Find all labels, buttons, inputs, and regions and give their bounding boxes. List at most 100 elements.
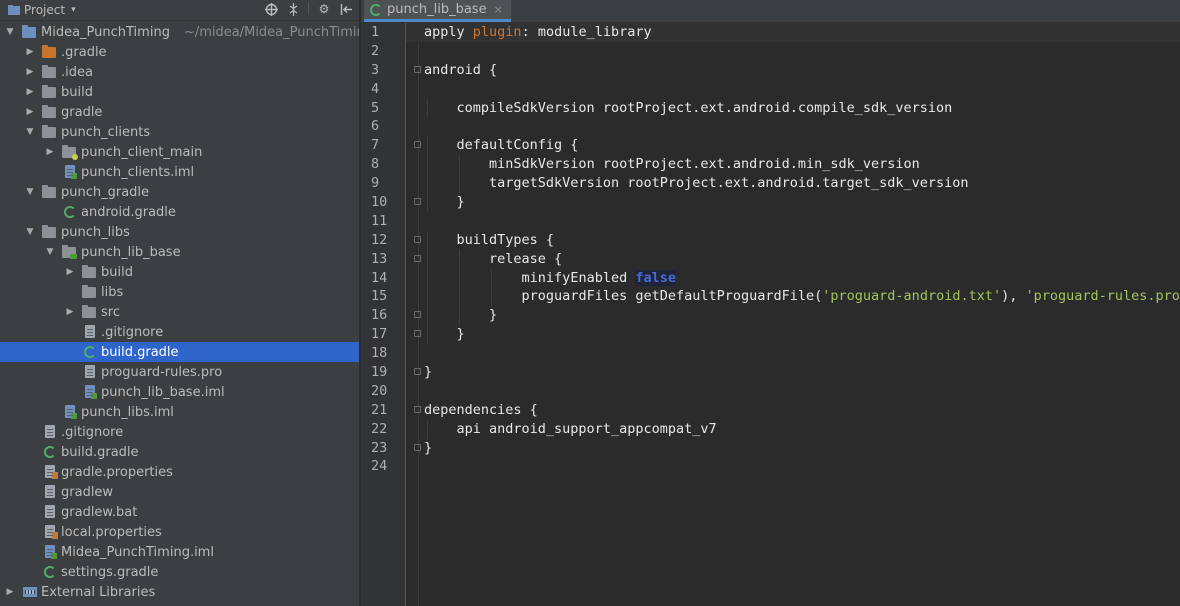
indent-guide [427, 306, 428, 326]
line-number: 11 [371, 212, 388, 229]
tree-item[interactable]: ▼ Midea_PunchTiming ~/midea/Midea_PunchTim… [0, 22, 359, 42]
gear-icon[interactable]: ⚙ [317, 2, 331, 16]
tree-item[interactable]: punch_lib_base.iml [0, 382, 359, 402]
tree-item-label: src [101, 304, 120, 320]
scroll-from-source-icon[interactable] [264, 2, 278, 16]
tree-item[interactable]: ▶ build [0, 262, 359, 282]
tree-item[interactable]: ▶ punch_client_main [0, 142, 359, 162]
chevron-down-icon[interactable]: ▾ [71, 5, 76, 15]
tree-item[interactable]: settings.gradle [0, 562, 359, 582]
collapse-arrow-icon[interactable]: ▶ [64, 306, 76, 318]
tree-item-label: punch_lib_base [81, 244, 181, 260]
tree-item[interactable]: build.gradle [0, 342, 359, 362]
tree-item-label: .gradle [61, 44, 107, 60]
code-token: android { [424, 61, 498, 78]
tree-item[interactable]: Midea_PunchTiming.iml [0, 542, 359, 562]
tree-item[interactable]: .gitignore [0, 322, 359, 342]
expand-arrow-icon[interactable]: ▼ [4, 26, 16, 38]
fold-marker-icon[interactable] [414, 443, 421, 451]
project-panel-header: Project ▾ ⚙ [0, 0, 359, 21]
properties-file-icon [42, 464, 58, 480]
tree-item[interactable]: punch_clients.iml [0, 162, 359, 182]
tree-item[interactable]: ▶ src [0, 302, 359, 322]
tree-item[interactable]: gradle.properties [0, 462, 359, 482]
iml-file-icon [82, 384, 98, 400]
line-number: 8 [371, 156, 380, 173]
collapse-arrow-icon[interactable]: ▶ [24, 46, 36, 58]
tree-item-label: punch_libs.iml [81, 404, 174, 420]
collapse-arrow-icon[interactable]: ▶ [44, 146, 56, 158]
tree-item[interactable]: ▼ punch_lib_base [0, 242, 359, 262]
keyword-token: plugin [472, 24, 522, 40]
boolean-literal: false [635, 269, 676, 286]
expand-arrow-icon[interactable]: ▼ [44, 246, 56, 258]
code-token: defaultConfig { [456, 137, 579, 154]
tree-item[interactable]: proguard-rules.pro [0, 362, 359, 382]
tree-item-label: punch_client_main [81, 144, 203, 160]
tree-item[interactable]: ▼ punch_gradle [0, 182, 359, 202]
collapse-arrow-icon[interactable]: ▶ [24, 106, 36, 118]
code-line: android { [406, 61, 1180, 80]
fold-marker-icon[interactable] [414, 198, 421, 206]
code-token: } [456, 326, 465, 343]
tree-item[interactable]: ▼ punch_clients [0, 122, 359, 142]
code-token: } [424, 364, 433, 381]
expand-arrow-icon[interactable]: ▼ [24, 226, 36, 238]
line-number: 5 [371, 99, 380, 116]
collapse-arrow-icon[interactable]: ▶ [24, 66, 36, 78]
collapse-arrow-icon[interactable]: ▶ [24, 86, 36, 98]
tree-item[interactable]: local.properties [0, 522, 359, 542]
editor-tab-punch-lib-base[interactable]: punch_lib_base × [364, 0, 511, 22]
tree-item[interactable]: gradlew [0, 482, 359, 502]
tree-item-label: gradle [61, 104, 103, 120]
indent-guide [459, 268, 460, 288]
fold-marker-icon[interactable] [414, 405, 421, 413]
fold-marker-icon[interactable] [414, 65, 421, 73]
fold-marker-icon[interactable] [414, 368, 421, 376]
code-line: release { [406, 249, 1180, 269]
tree-item-label: punch_gradle [61, 184, 150, 200]
collapse-arrow-icon[interactable]: ▶ [4, 586, 16, 598]
fold-marker-icon[interactable] [414, 254, 421, 262]
fold-marker-icon[interactable] [414, 330, 421, 338]
fold-marker-icon[interactable] [414, 141, 421, 149]
tree-item[interactable]: ▶ .idea [0, 62, 359, 82]
line-number: 12 [371, 231, 388, 248]
tree-item[interactable]: ▶ build [0, 82, 359, 102]
close-icon[interactable]: × [494, 3, 503, 16]
code-text-area[interactable]: apply plugin: module_library android { co… [406, 23, 1180, 606]
tree-item[interactable]: ▶ .gradle [0, 42, 359, 62]
code-token: release { [489, 250, 563, 267]
android-module-icon [62, 144, 78, 160]
folder-icon [82, 284, 98, 300]
tree-item[interactable]: android.gradle [0, 202, 359, 222]
tree-item[interactable]: .gitignore [0, 422, 359, 442]
line-number: 2 [371, 42, 380, 59]
indent-guide [427, 155, 428, 175]
fold-marker-icon[interactable] [414, 311, 421, 319]
tree-item-label: .gitignore [61, 424, 124, 440]
gradle-icon [82, 344, 98, 360]
tree-item[interactable]: ▶ gradle [0, 102, 359, 122]
project-view-dropdown[interactable]: Project [24, 3, 65, 17]
expand-arrow-icon[interactable]: ▼ [24, 186, 36, 198]
collapse-arrow-icon[interactable]: ▶ [64, 266, 76, 278]
code-editor: punch_lib_base × 1 2 3 4 5 6 7 8 9 10 11 12 13 14 15 16… [361, 0, 1180, 606]
expand-arrow-icon[interactable]: ▼ [24, 126, 36, 138]
tree-item-label: build.gradle [61, 444, 139, 460]
tree-item[interactable]: build.gradle [0, 442, 359, 462]
tree-item[interactable]: ▶ External Libraries [0, 582, 359, 602]
hide-panel-icon[interactable] [339, 2, 353, 16]
code-line: api android_support_appcompat_v7 [406, 419, 1180, 439]
code-line: } [406, 439, 1180, 458]
fold-marker-icon[interactable] [414, 235, 421, 243]
tree-item[interactable]: gradlew.bat [0, 502, 359, 522]
tree-item[interactable]: punch_libs.iml [0, 402, 359, 422]
line-number: 16 [371, 307, 388, 324]
tree-item[interactable]: ▼ punch_libs [0, 222, 359, 242]
collapse-all-icon[interactable] [286, 2, 300, 16]
text-file-icon [82, 324, 98, 340]
tree-item[interactable]: libs [0, 282, 359, 302]
